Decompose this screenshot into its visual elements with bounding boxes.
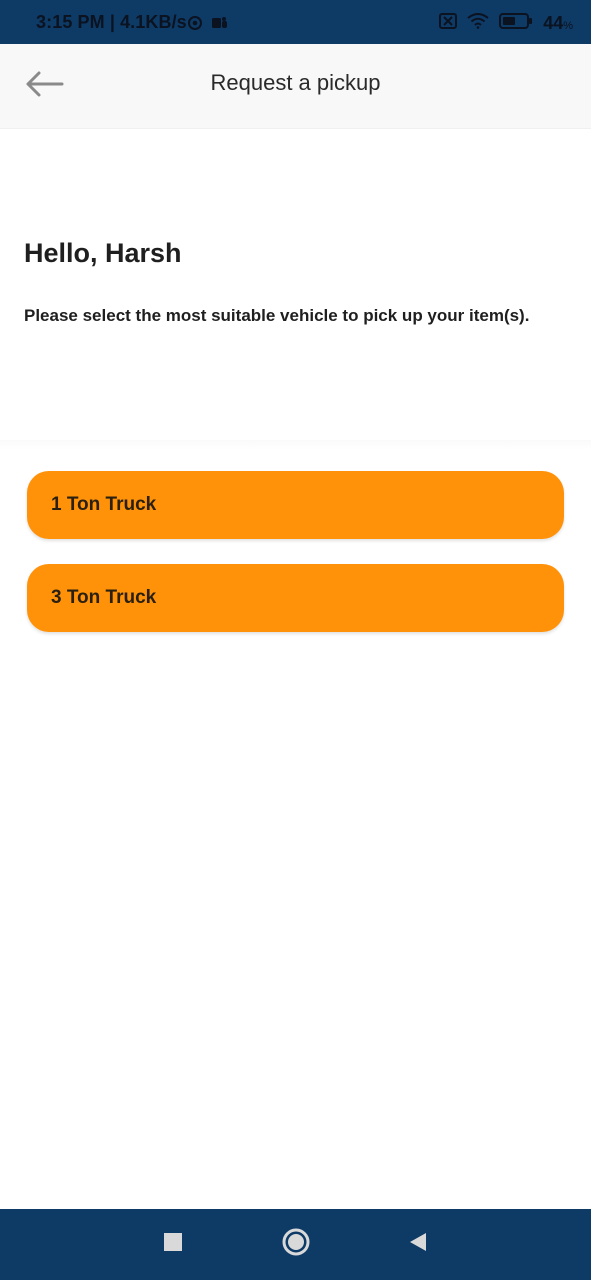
section-divider	[0, 440, 591, 450]
battery-percentage: 44%	[543, 13, 573, 33]
status-time-speed: 3:15 PM | 4.1KB/s	[36, 12, 187, 32]
system-navigation-bar	[0, 1209, 591, 1280]
greeting-heading: Hello, Harsh	[24, 238, 182, 268]
vehicle-option-label: 3 Ton Truck	[51, 587, 157, 608]
battery-icon	[499, 12, 533, 35]
vehicle-option-1-ton-truck[interactable]: 1 Ton Truck	[27, 471, 564, 539]
teams-icon	[212, 16, 227, 30]
back-triangle-icon	[406, 1231, 428, 1258]
wifi-icon	[467, 13, 489, 34]
recents-square-icon	[163, 1232, 183, 1257]
page-title: Request a pickup	[210, 70, 381, 95]
vehicle-instruction: Please select the most suitable vehicle …	[24, 306, 530, 325]
screen: 3:15 PM | 4.1KB/s 44% Request a pickup H…	[0, 0, 591, 1280]
recents-button[interactable]	[158, 1229, 188, 1259]
home-circle-icon	[282, 1228, 310, 1261]
home-button[interactable]	[281, 1228, 311, 1261]
back-nav-button[interactable]	[402, 1229, 432, 1259]
chrome-icon	[188, 16, 202, 30]
no-sim-icon	[439, 13, 458, 34]
status-bar: 3:15 PM | 4.1KB/s 44%	[0, 0, 591, 44]
vehicle-option-3-ton-truck[interactable]: 3 Ton Truck	[27, 564, 564, 632]
app-bar: Request a pickup	[0, 44, 591, 129]
status-app-icons	[188, 16, 227, 30]
status-right: 44%	[439, 12, 573, 35]
vehicle-option-label: 1 Ton Truck	[51, 494, 157, 515]
